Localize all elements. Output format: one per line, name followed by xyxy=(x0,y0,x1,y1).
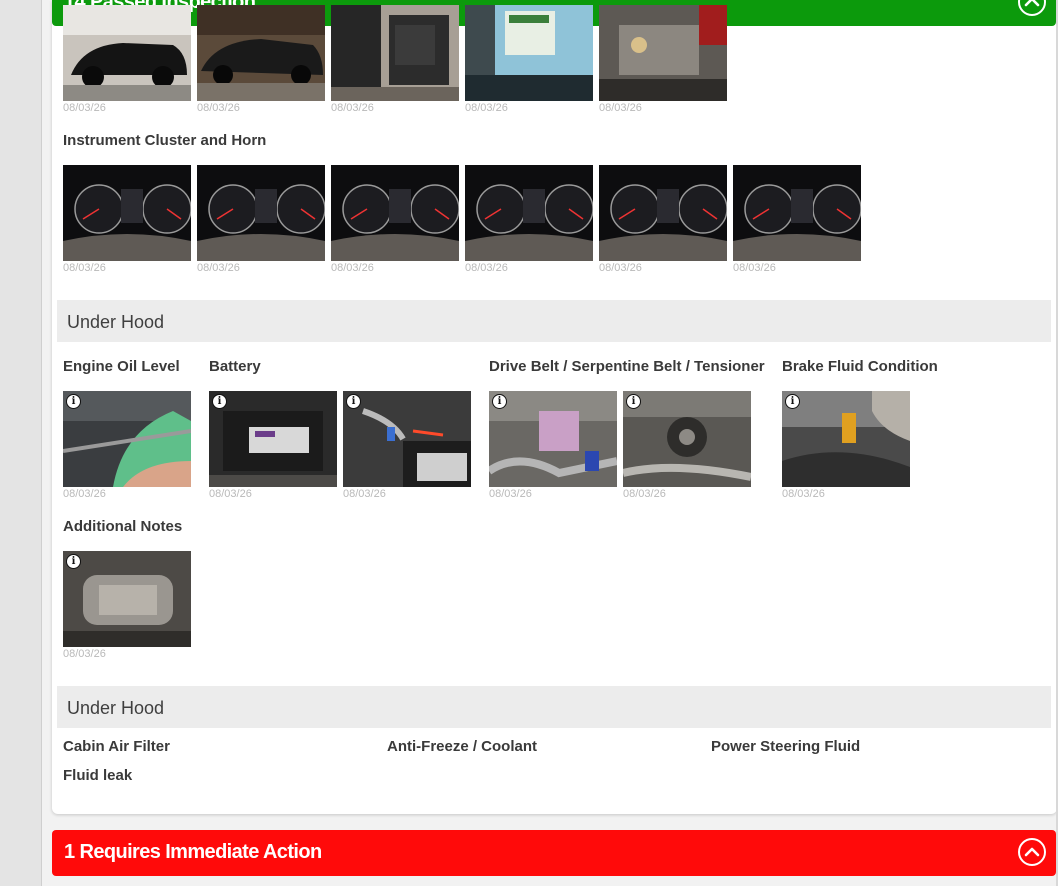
anti-freeze-coolant-label: Anti-Freeze / Coolant xyxy=(387,738,538,755)
inspection-photo[interactable] xyxy=(331,5,459,101)
under-hood-section-header: Under Hood xyxy=(57,686,1051,728)
section-title: Under Hood xyxy=(67,698,165,718)
inspection-photo[interactable] xyxy=(465,5,593,101)
info-icon[interactable]: i xyxy=(785,394,800,409)
drive-belt-label: Drive Belt / Serpentine Belt / Tensioner xyxy=(489,358,765,375)
inspection-photo[interactable] xyxy=(197,5,325,101)
photo-date: 08/03/26 xyxy=(197,262,240,274)
photo-date: 08/03/26 xyxy=(209,488,252,500)
battery-photo[interactable]: i xyxy=(343,391,471,487)
photo-date: 08/03/26 xyxy=(197,102,240,114)
cabin-air-filter-label: Cabin Air Filter xyxy=(63,738,170,755)
instrument-cluster-label: Instrument Cluster and Horn xyxy=(63,132,267,149)
chevron-up-circle-icon[interactable] xyxy=(1018,0,1046,16)
photo-date: 08/03/26 xyxy=(465,262,508,274)
additional-notes-label: Additional Notes xyxy=(63,518,183,535)
photo-date: 08/03/26 xyxy=(63,648,106,660)
immediate-action-banner[interactable]: 1 Requires Immediate Action xyxy=(52,830,1056,876)
drive-belt-photo[interactable]: i xyxy=(489,391,617,487)
photo-date: 08/03/26 xyxy=(63,262,106,274)
photo-date: 08/03/26 xyxy=(733,262,776,274)
instrument-cluster-photo[interactable] xyxy=(197,165,325,261)
photo-date: 08/03/26 xyxy=(599,262,642,274)
instrument-cluster-photo[interactable] xyxy=(733,165,861,261)
instrument-cluster-photo[interactable] xyxy=(63,165,191,261)
photo-date: 08/03/26 xyxy=(63,102,106,114)
inspection-photo[interactable] xyxy=(63,5,191,101)
info-icon[interactable]: i xyxy=(626,394,641,409)
brake-fluid-photo[interactable]: i xyxy=(782,391,910,487)
engine-oil-photo[interactable]: i xyxy=(63,391,191,487)
photo-date: 08/03/26 xyxy=(331,102,374,114)
photo-date: 08/03/26 xyxy=(343,488,386,500)
page-left-margin xyxy=(0,0,41,886)
chevron-up-circle-icon[interactable] xyxy=(1018,838,1046,866)
fluid-leak-label: Fluid leak xyxy=(63,767,133,784)
instrument-cluster-photo[interactable] xyxy=(331,165,459,261)
power-steering-fluid-label: Power Steering Fluid xyxy=(711,738,861,755)
under-hood-section-header: Under Hood xyxy=(57,300,1051,342)
inspection-photo[interactable] xyxy=(599,5,727,101)
battery-photo[interactable]: i xyxy=(209,391,337,487)
instrument-cluster-photo[interactable] xyxy=(465,165,593,261)
photo-date: 08/03/26 xyxy=(599,102,642,114)
instrument-cluster-photo[interactable] xyxy=(599,165,727,261)
engine-oil-level-label: Engine Oil Level xyxy=(63,358,180,375)
info-icon[interactable]: i xyxy=(346,394,361,409)
additional-notes-photo[interactable]: i xyxy=(63,551,191,647)
photo-date: 08/03/26 xyxy=(465,102,508,114)
photo-date: 08/03/26 xyxy=(63,488,106,500)
photo-date: 08/03/26 xyxy=(782,488,825,500)
section-title: Under Hood xyxy=(67,312,165,332)
battery-label: Battery xyxy=(209,358,261,375)
info-icon[interactable]: i xyxy=(66,394,81,409)
photo-date: 08/03/26 xyxy=(623,488,666,500)
photo-date: 08/03/26 xyxy=(331,262,374,274)
info-icon[interactable]: i xyxy=(492,394,507,409)
photo-date: 08/03/26 xyxy=(489,488,532,500)
brake-fluid-label: Brake Fluid Condition xyxy=(782,358,938,375)
info-icon[interactable]: i xyxy=(66,554,81,569)
immediate-action-title: 1 Requires Immediate Action xyxy=(64,841,322,863)
drive-belt-photo[interactable]: i xyxy=(623,391,751,487)
info-icon[interactable]: i xyxy=(212,394,227,409)
